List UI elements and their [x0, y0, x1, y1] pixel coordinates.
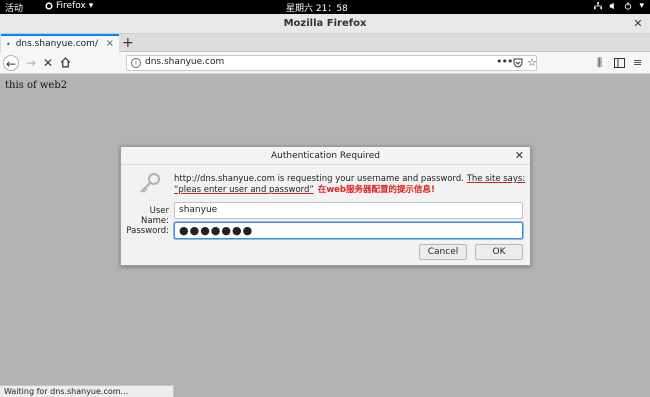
cancel-button[interactable]: Cancel — [419, 244, 467, 260]
dialog-title: Authentication Required — [271, 151, 380, 161]
close-icon: ✕ — [633, 17, 643, 30]
password-field[interactable]: ●●●●●●● — [174, 222, 523, 239]
window-title: Mozilla Firefox — [283, 18, 367, 29]
firefox-icon — [45, 2, 53, 10]
loading-icon: • — [6, 39, 11, 49]
dialog-title-bar: Authentication Required ✕ — [121, 147, 530, 165]
home-button[interactable] — [57, 55, 73, 71]
tab-dns-shanyue[interactable]: • dns.shanyue.com/ × — [1, 34, 119, 52]
window-title-bar: Mozilla Firefox ✕ — [0, 14, 650, 34]
window-close-button[interactable]: ✕ — [632, 18, 644, 30]
network-icon — [594, 2, 603, 10]
password-label: Password: — [126, 226, 169, 236]
back-button[interactable]: ← — [3, 55, 19, 71]
info-icon[interactable]: i — [131, 58, 141, 68]
stop-button[interactable]: ✕ — [40, 55, 56, 71]
tab-strip: • dns.shanyue.com/ × + — [0, 34, 650, 52]
close-icon: ✕ — [514, 149, 524, 162]
home-icon — [60, 57, 70, 68]
url-bar[interactable]: i dns.shanyue.com ••• ☆ — [126, 55, 537, 71]
system-tray[interactable]: ▾ — [594, 1, 644, 11]
dialog-message: http://dns.shanyue.com is requesting you… — [174, 174, 526, 196]
activities-label: 活动 — [5, 4, 24, 14]
close-icon: ✕ — [42, 56, 54, 70]
chevron-down-icon: ▾ — [88, 1, 94, 11]
ok-button[interactable]: OK — [475, 244, 523, 260]
app-menu-label: Firefox — [56, 1, 86, 11]
power-icon — [625, 2, 632, 10]
sidebar-icon[interactable] — [614, 58, 625, 68]
app-menu-button[interactable]: Firefox ▾ — [45, 1, 93, 11]
forward-button[interactable]: → — [23, 55, 39, 71]
library-icon[interactable]: ⫼ — [597, 56, 602, 70]
volume-icon — [610, 2, 615, 10]
page-body-text: this of web2 — [5, 80, 68, 91]
dialog-close-button[interactable]: ✕ — [515, 149, 524, 162]
tab-label: dns.shanyue.com/ — [15, 39, 98, 49]
arrow-right-icon: → — [25, 56, 37, 70]
plus-icon: + — [122, 35, 134, 51]
status-bar: Waiting for dns.shanyue.com... — [0, 385, 174, 397]
arrow-left-icon: ← — [5, 57, 17, 71]
annotation-text: 在web服务器配置的提示信息! — [317, 185, 435, 195]
url-text[interactable]: dns.shanyue.com — [145, 57, 224, 67]
key-icon — [140, 173, 160, 193]
new-tab-button[interactable]: + — [122, 35, 134, 51]
page-actions-more-icon[interactable]: ••• — [496, 55, 513, 68]
clock[interactable]: 星期六 21：58 — [286, 1, 348, 14]
chevron-down-icon: ▾ — [639, 1, 644, 11]
activities-button[interactable]: 活动 — [5, 1, 23, 14]
bookmark-star-icon[interactable]: ☆ — [527, 56, 537, 69]
nav-toolbar: ← → ✕ i dns.shanyue.com ••• ☆ ⫼ ≡ — [0, 52, 650, 74]
gnome-top-bar: 活动 Firefox ▾ 星期六 21：58 ▾ — [0, 0, 650, 14]
tab-close-button[interactable]: × — [106, 38, 114, 49]
username-field[interactable]: shanyue — [174, 202, 523, 219]
auth-dialog: Authentication Required ✕ http://dns.sha… — [120, 146, 531, 266]
pocket-icon[interactable] — [513, 58, 523, 68]
hamburger-menu-icon[interactable]: ≡ — [633, 56, 642, 69]
username-label: User Name: — [141, 206, 169, 226]
message-prefix: http://dns.shanyue.com is requesting you… — [174, 174, 467, 184]
